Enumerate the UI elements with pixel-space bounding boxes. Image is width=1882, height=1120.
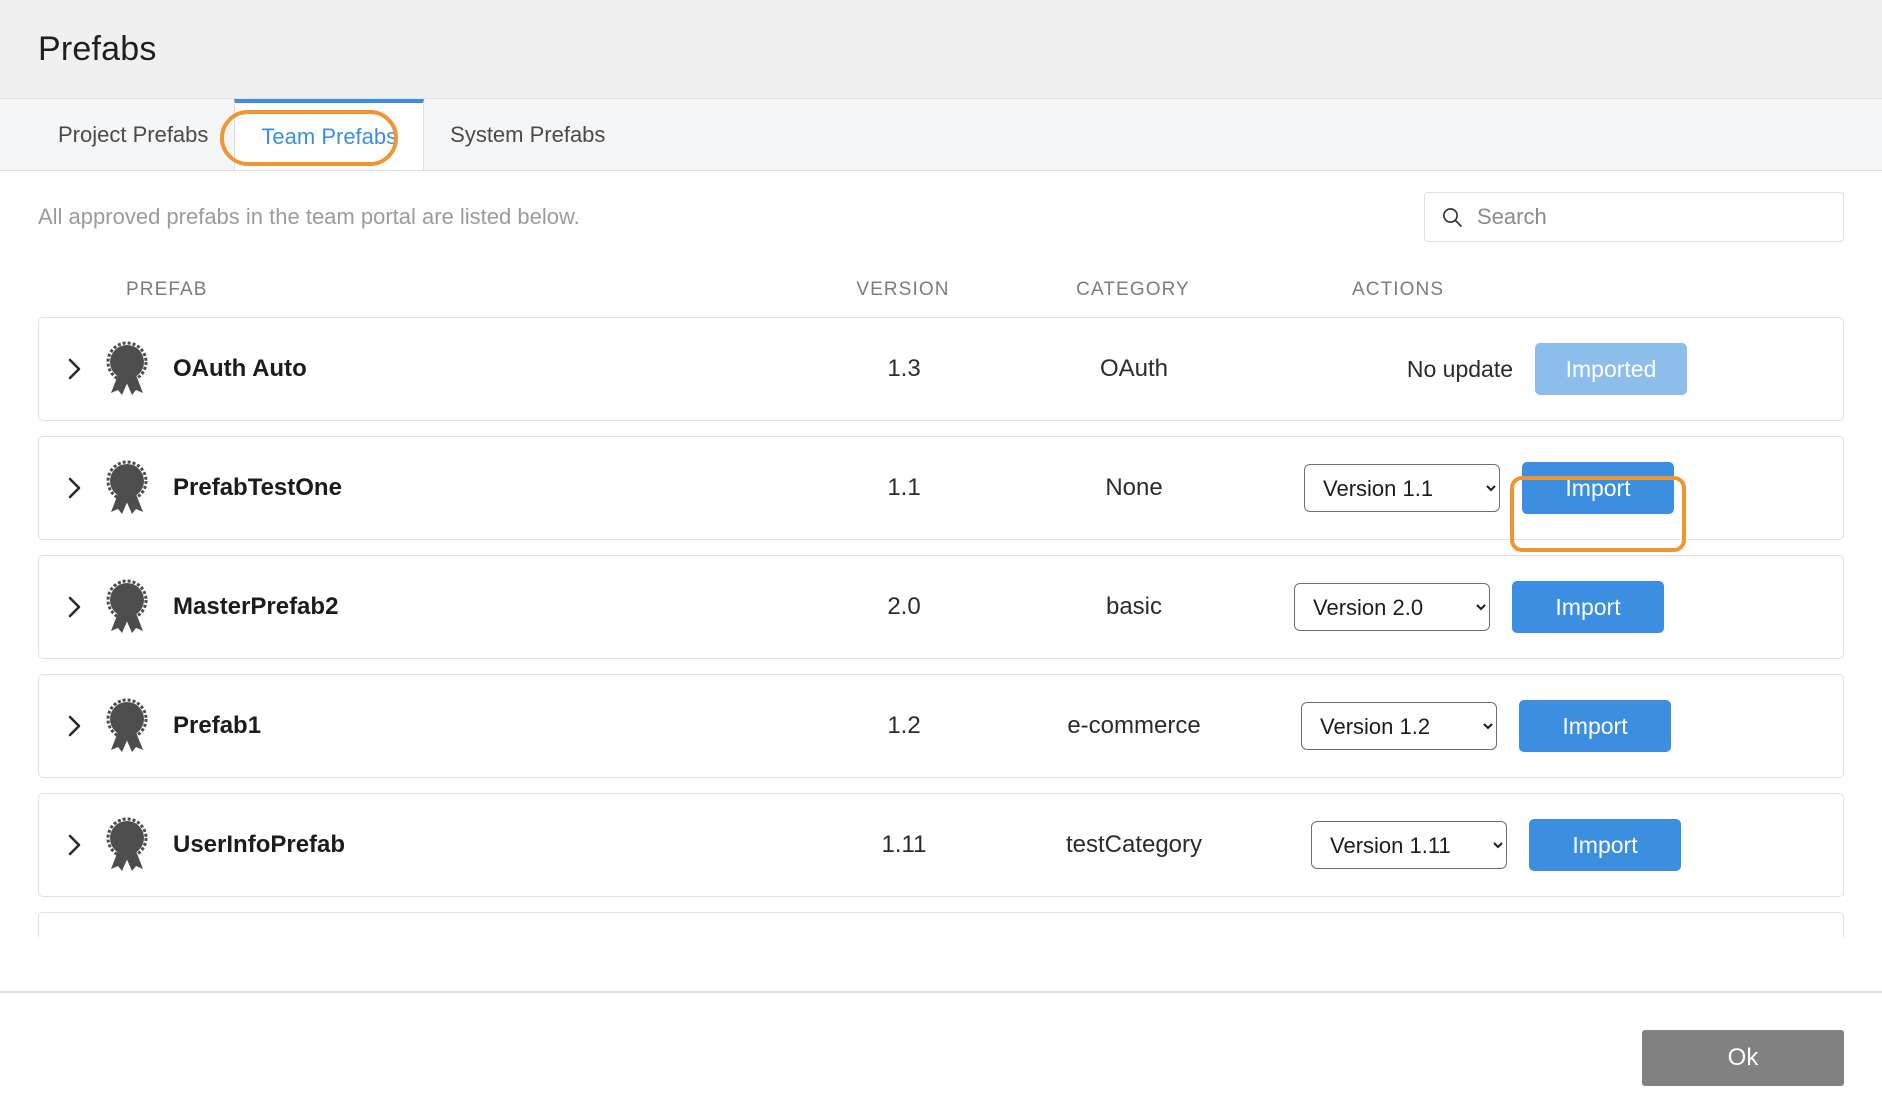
award-badge-icon — [95, 817, 159, 873]
subtitle-text: All approved prefabs in the team portal … — [38, 204, 580, 230]
table-row[interactable]: UserInfoPrefab 1.11 testCategory Version… — [38, 793, 1844, 897]
footer-divider — [0, 991, 1882, 993]
actions-cell: Version 1.1 Import — [1259, 462, 1819, 514]
footer — [0, 1031, 1882, 1120]
main-content: All approved prefabs in the team portal … — [0, 171, 1882, 1031]
subheader-row: All approved prefabs in the team portal … — [38, 171, 1844, 263]
ok-button[interactable]: Ok — [1642, 1030, 1844, 1086]
table-row[interactable]: PrefabTestOne 1.1 None Version 1.1 Impor… — [38, 436, 1844, 540]
award-badge-icon — [95, 698, 159, 754]
chevron-right-icon[interactable] — [39, 713, 95, 739]
chevron-right-icon[interactable] — [39, 832, 95, 858]
table-row[interactable]: Prefab1 1.2 e-commerce Version 1.2 Impor… — [38, 674, 1844, 778]
version-select[interactable]: Version 1.11 — [1311, 821, 1507, 869]
chevron-right-icon[interactable] — [39, 475, 95, 501]
tab-team-prefabs[interactable]: Team Prefabs — [234, 99, 424, 170]
prefab-cell: MasterPrefab2 — [39, 579, 799, 635]
import-button[interactable]: Import — [1512, 581, 1664, 633]
prefab-cell: PrefabTestOne — [39, 460, 799, 516]
tab-project-prefabs[interactable]: Project Prefabs — [32, 99, 234, 170]
prefab-cell: OAuth Auto — [39, 341, 799, 397]
prefab-cell: UserInfoPrefab — [39, 817, 799, 873]
import-button[interactable]: Import — [1529, 819, 1681, 871]
status-text: No update — [1407, 356, 1513, 383]
award-badge-icon — [95, 341, 159, 397]
prefab-version: 1.1 — [799, 474, 1009, 502]
version-select[interactable]: Version 1.1 — [1304, 464, 1500, 512]
search-input[interactable] — [1477, 204, 1827, 230]
import-button[interactable]: Import — [1522, 462, 1674, 514]
prefab-category: testCategory — [1009, 831, 1259, 859]
page-title: Prefabs — [38, 30, 157, 69]
app-header: Prefabs — [0, 0, 1882, 99]
prefab-version: 1.3 — [799, 355, 1009, 383]
tab-system-prefabs[interactable]: System Prefabs — [424, 99, 631, 170]
prefab-name: UserInfoPrefab — [173, 831, 345, 859]
prefab-list[interactable]: OAuth Auto 1.3 OAuth No update Imported — [38, 317, 1844, 937]
prefab-name: MasterPrefab2 — [173, 593, 338, 621]
actions-cell: Version 1.2 Import — [1259, 700, 1819, 752]
prefab-version: 1.2 — [799, 712, 1009, 740]
chevron-right-icon[interactable] — [39, 594, 95, 620]
column-header-version: VERSION — [798, 279, 1008, 301]
prefab-version: 2.0 — [799, 593, 1009, 621]
actions-cell: Version 2.0 Import — [1259, 581, 1819, 633]
search-icon — [1441, 206, 1463, 228]
prefab-category: e-commerce — [1009, 712, 1259, 740]
column-header-prefab: PREFAB — [38, 279, 798, 301]
table-row[interactable]: MasterPrefab2 2.0 basic Version 2.0 Impo… — [38, 555, 1844, 659]
table-row-partial[interactable] — [38, 912, 1844, 937]
column-header-actions: ACTIONS — [1258, 279, 1818, 301]
table-row[interactable]: OAuth Auto 1.3 OAuth No update Imported — [38, 317, 1844, 421]
column-header-category: CATEGORY — [1008, 279, 1258, 301]
prefab-category: None — [1009, 474, 1259, 502]
prefab-name: OAuth Auto — [173, 355, 307, 383]
prefab-cell: Prefab1 — [39, 698, 799, 754]
version-select[interactable]: Version 2.0 — [1294, 583, 1490, 631]
actions-cell: Version 1.11 Import — [1259, 819, 1819, 871]
award-badge-icon — [95, 460, 159, 516]
import-button[interactable]: Import — [1519, 700, 1671, 752]
prefab-name: PrefabTestOne — [173, 474, 342, 502]
chevron-right-icon[interactable] — [39, 356, 95, 382]
version-select[interactable]: Version 1.2 — [1301, 702, 1497, 750]
actions-cell: No update Imported — [1259, 343, 1819, 395]
prefab-category: OAuth — [1009, 355, 1259, 383]
prefab-name: Prefab1 — [173, 712, 261, 740]
tab-bar: Project Prefabs Team Prefabs System Pref… — [0, 99, 1882, 171]
prefab-category: basic — [1009, 593, 1259, 621]
search-box[interactable] — [1424, 192, 1844, 242]
imported-button: Imported — [1535, 343, 1687, 395]
award-badge-icon — [95, 579, 159, 635]
prefab-version: 1.11 — [799, 831, 1009, 859]
table-header-row: PREFAB VERSION CATEGORY ACTIONS — [38, 263, 1844, 317]
